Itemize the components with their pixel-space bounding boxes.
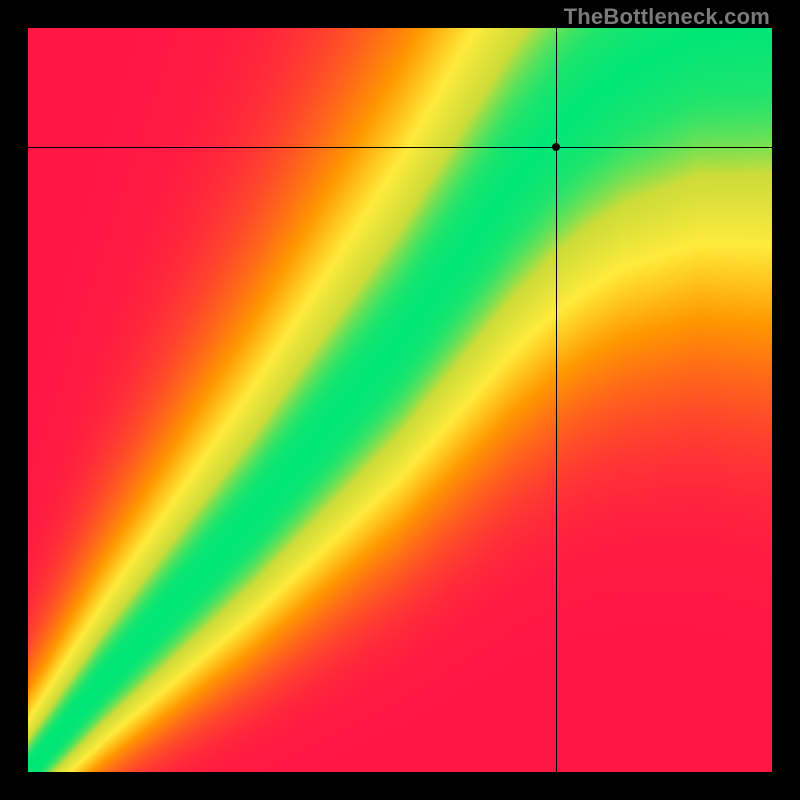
crosshair-horizontal <box>28 147 772 148</box>
chart-container: TheBottleneck.com <box>0 0 800 800</box>
watermark-text: TheBottleneck.com <box>564 4 770 30</box>
crosshair-dot <box>552 143 560 151</box>
heatmap-canvas <box>28 28 772 772</box>
plot-area <box>28 28 772 772</box>
crosshair-vertical <box>556 28 557 772</box>
